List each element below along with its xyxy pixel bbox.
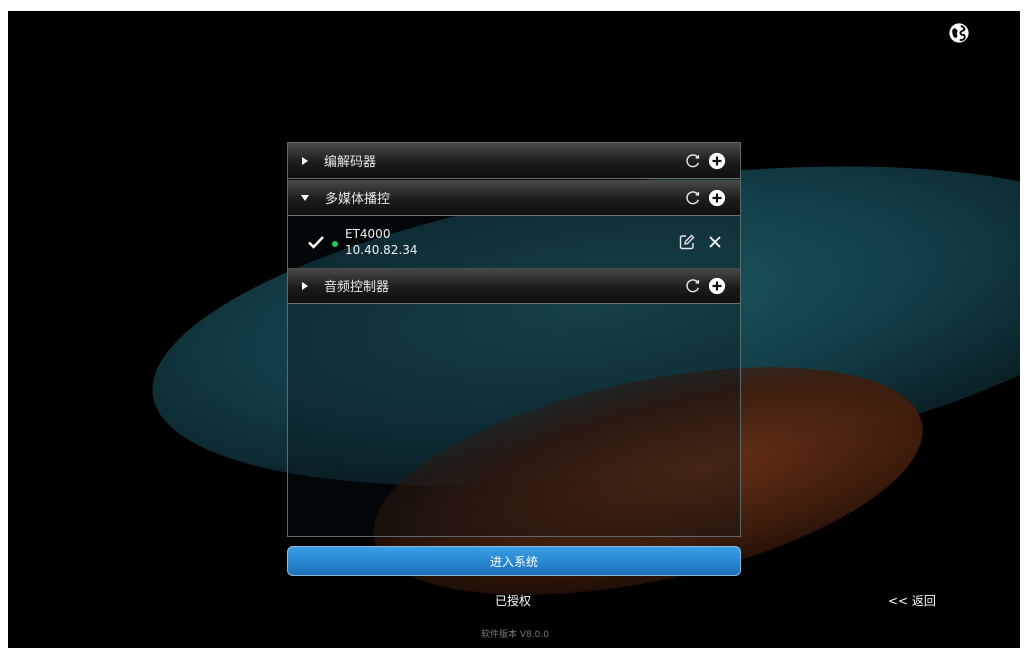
add-circle-icon[interactable] [708, 277, 726, 295]
group-header-audio[interactable]: 音频控制器 [288, 268, 740, 304]
refresh-icon[interactable] [684, 189, 702, 207]
group-header-multimedia[interactable]: 多媒体播控 [288, 180, 740, 216]
group-header-codec[interactable]: 编解码器 [288, 143, 740, 179]
group-title: 音频控制器 [324, 280, 390, 295]
authorization-status: 已授权 [494, 594, 531, 608]
refresh-icon[interactable] [684, 277, 702, 295]
globe-icon[interactable] [948, 22, 970, 44]
expand-arrow-icon [302, 156, 308, 165]
group-title: 编解码器 [324, 155, 377, 170]
enter-system-button[interactable]: 进入系统 [287, 546, 741, 576]
device-row[interactable]: ET4000 10.40.82.34 [288, 216, 740, 268]
edit-icon[interactable] [679, 234, 695, 250]
device-info: ET4000 10.40.82.34 [345, 226, 679, 258]
group-title: 多媒体播控 [325, 192, 391, 207]
refresh-icon[interactable] [684, 152, 702, 170]
device-name: ET4000 [345, 227, 391, 241]
online-status-dot [332, 241, 338, 247]
collapse-arrow-icon [301, 194, 309, 201]
device-list-panel: 编解码器 多媒体播控 ET4000 10.40.82.34 音频控制器 [287, 142, 741, 537]
expand-arrow-icon [302, 281, 308, 290]
checkmark-icon[interactable] [308, 235, 324, 249]
add-circle-icon[interactable] [708, 152, 726, 170]
close-icon[interactable] [707, 234, 723, 250]
device-ip: 10.40.82.34 [345, 243, 418, 257]
back-link[interactable]: << 返回 [888, 592, 936, 609]
add-circle-icon[interactable] [708, 189, 726, 207]
software-version: 软件版本 V8.0.0 [481, 630, 549, 640]
